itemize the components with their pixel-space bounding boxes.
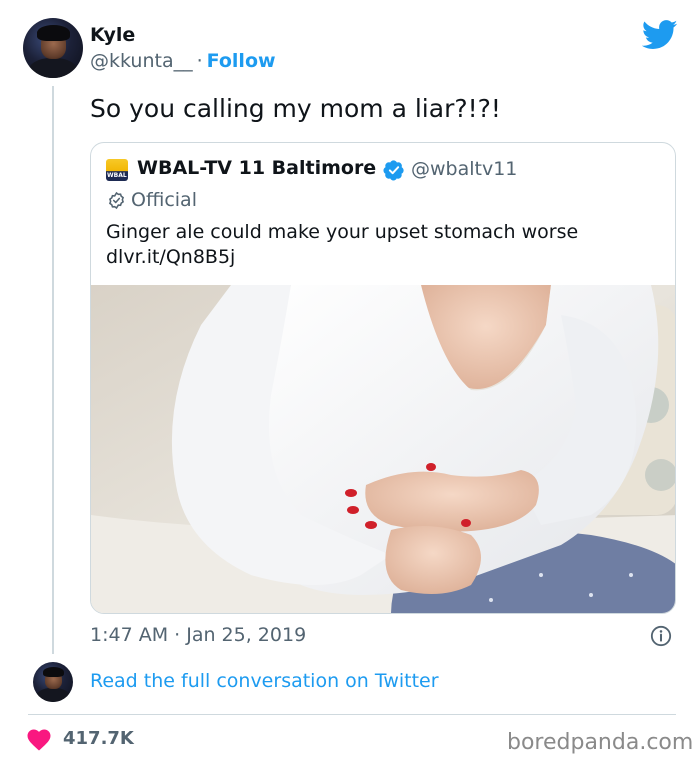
info-icon[interactable]	[650, 625, 672, 647]
official-label: Official	[131, 189, 197, 211]
boredpanda-watermark: boredpanda.com	[507, 730, 694, 755]
wbal-logo: WBAL	[106, 159, 128, 181]
reply-avatar	[33, 662, 73, 702]
like-count[interactable]: 417.7K	[63, 728, 134, 749]
author-name[interactable]: Kyle	[90, 24, 135, 46]
quoted-tweet-link[interactable]: dlvr.it/Qn8B5j	[106, 246, 235, 268]
follow-button[interactable]: Follow	[207, 50, 276, 72]
heart-icon[interactable]	[27, 729, 51, 751]
author-avatar[interactable]	[23, 18, 83, 78]
meta-separator: ·	[196, 50, 203, 72]
tweet-text: So you calling my mom a liar?!?!	[90, 94, 501, 123]
official-check-icon	[108, 191, 125, 210]
stomach-ache-photo[interactable]	[91, 285, 676, 614]
tweet-timestamp[interactable]: 1:47 AM · Jan 25, 2019	[90, 624, 306, 646]
twitter-bird-icon[interactable]	[642, 20, 678, 50]
thread-line	[52, 86, 54, 654]
author-handle[interactable]: @kkunta__	[90, 50, 193, 72]
verified-badge-icon	[383, 160, 404, 181]
quoted-tweet-text: Ginger ale could make your upset stomach…	[106, 221, 579, 243]
divider	[28, 714, 676, 715]
quoted-tweet-card[interactable]: WBAL WBAL-TV 11 Baltimore @wbaltv11 Offi…	[90, 142, 676, 614]
quoted-author-handle: @wbaltv11	[411, 158, 518, 180]
author-meta: @kkunta__ · Follow	[90, 50, 276, 72]
read-full-conversation-link[interactable]: Read the full conversation on Twitter	[90, 670, 439, 692]
quoted-author-name: WBAL-TV 11 Baltimore	[137, 157, 377, 179]
